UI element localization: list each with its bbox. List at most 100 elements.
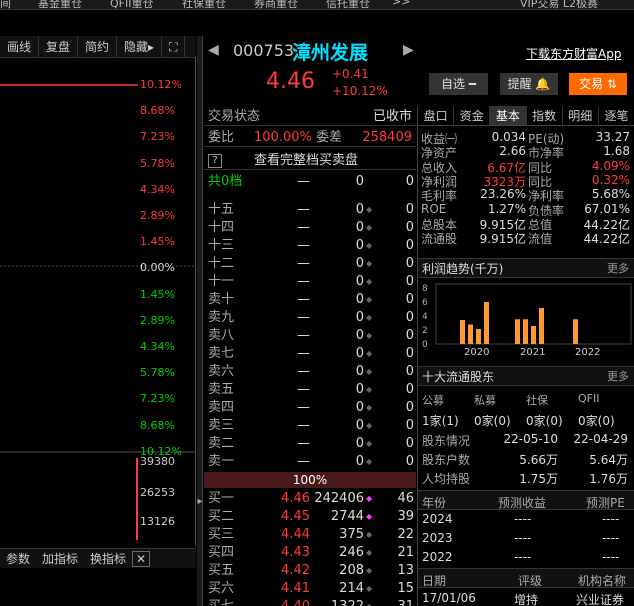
bid-marker-icon: ◆ xyxy=(366,548,373,557)
bid-count: 13 xyxy=(397,563,414,578)
quote-header: ◀ 000753 漳州发展 ▶ 4.46 +0.41 +10.12% 下载东方财… xyxy=(204,36,634,106)
ask-level-name: 卖八 xyxy=(208,328,235,343)
prev-stock-icon[interactable]: ◀ xyxy=(208,42,219,58)
nav-item[interactable]: 社保重仓 xyxy=(182,0,226,9)
tab-funds[interactable]: 资金 xyxy=(454,106,491,125)
nav-item[interactable]: 基金重仓 xyxy=(38,0,82,9)
ask-row: 卖八 —0 ◆ 0 xyxy=(204,327,416,345)
simple-button[interactable]: 简约 xyxy=(78,36,118,57)
fullscreen-icon[interactable]: ⛶ xyxy=(162,36,186,57)
add-indicator-button[interactable]: 加指标 xyxy=(36,550,84,567)
bid-row[interactable]: 买三 4.44 375 ◆ 22 xyxy=(204,526,416,544)
ask-count: 0 xyxy=(405,202,414,217)
holder-count: 1家(1) xyxy=(422,414,459,428)
tab-detail[interactable]: 明细 xyxy=(563,106,599,125)
nav-item[interactable]: 信托重仓 xyxy=(326,0,370,9)
ask-marker-icon: ◆ xyxy=(366,349,373,358)
ask-volume: 0 xyxy=(355,292,364,307)
vip-trade[interactable]: VIP交易 L2极赛 xyxy=(520,0,598,9)
ask-volume: 0 xyxy=(355,418,364,433)
ask-marker-icon: ◆ xyxy=(366,403,373,412)
bid-count: 22 xyxy=(397,527,414,542)
tab-ticks[interactable]: 逐笔 xyxy=(599,106,634,125)
holders-title: 十大流通股东 xyxy=(422,370,495,384)
holder-row-label: 股东情况 xyxy=(422,434,471,448)
holders-more-link[interactable]: 更多 xyxy=(607,367,629,387)
draw-line-button[interactable]: 画线 xyxy=(0,36,40,57)
ask-marker-icon: ◆ xyxy=(366,205,373,214)
bid-level-name: 买七 xyxy=(208,598,234,606)
tab-index[interactable]: 指数 xyxy=(527,106,563,125)
bid-count: 46 xyxy=(397,491,414,506)
bid-row[interactable]: 买六 4.41 214 ◆ 15 xyxy=(204,580,416,598)
bid-row[interactable]: 买二 4.45 2744 ◆ 39 xyxy=(204,508,416,526)
stock-name: 漳州发展 xyxy=(292,42,369,64)
ask-volume: 0 xyxy=(355,220,364,235)
ask-level-name: 卖三 xyxy=(208,418,235,433)
alert-button[interactable]: 提醒 🔔 xyxy=(500,73,558,95)
ask-volume: 0 xyxy=(355,238,364,253)
tab-quote[interactable]: 盘口 xyxy=(418,106,455,125)
nav-more[interactable]: >> xyxy=(392,0,410,8)
ask-count: 0 xyxy=(405,220,414,235)
profit-bar xyxy=(515,319,520,344)
collapse-arrow-icon[interactable]: ▸ xyxy=(197,496,203,507)
profit-bar xyxy=(476,329,481,344)
ask-level-name: 卖六 xyxy=(208,364,235,379)
trade-button[interactable]: 交易 ⇅ xyxy=(569,73,627,95)
ask-level-name: 十四 xyxy=(208,220,235,235)
pct-tick: 5.78% xyxy=(140,156,175,170)
bid-row[interactable]: 买五 4.42 208 ◆ 13 xyxy=(204,562,416,580)
bid-row[interactable]: 买七4.401322◆31 xyxy=(204,598,416,606)
add-watchlist-button[interactable]: 自选 ━ xyxy=(429,73,488,95)
ask-level-name: 卖一 xyxy=(208,454,235,469)
intraday-chart[interactable]: 10.12% 8.68% 7.23% 5.78% 4.34% 2.89% 1.45% 0.00… xyxy=(0,58,196,546)
nav-item[interactable]: 券商重仓 xyxy=(254,0,298,9)
pct-tick: 5.78% xyxy=(140,366,175,380)
nav-item[interactable]: 间 xyxy=(0,0,11,9)
download-app-link[interactable]: 下载东方财富App xyxy=(526,45,621,62)
ask-marker-icon: ◆ xyxy=(366,385,373,394)
panel-splitter[interactable]: ▸ xyxy=(197,36,203,606)
fund-value: 1.27% xyxy=(487,201,526,216)
book-head-count: 0 xyxy=(405,174,414,189)
bid-volume: 1322 xyxy=(304,598,364,606)
bid-row[interactable]: 买一 4.46 242406 ◆ 46 xyxy=(204,490,416,508)
forecast-year: 2024 xyxy=(422,512,453,526)
next-stock-icon[interactable]: ▶ xyxy=(403,42,414,58)
forecast-header: 年份 预测收益 预测PE xyxy=(418,490,634,510)
fund-label: 流通股 xyxy=(421,232,458,247)
hide-button[interactable]: 隐藏▸ xyxy=(117,36,163,57)
stock-code: 000753 xyxy=(233,41,295,60)
ask-marker-icon: ◆ xyxy=(366,439,373,448)
params-button[interactable]: 参数 xyxy=(0,550,36,567)
app-root: 间 基金重仓 QFII重仓 社保重仓 券商重仓 信托重仓 >> VIP交易 L2… xyxy=(0,0,634,606)
bid-volume: 242406 xyxy=(314,491,364,506)
ask-marker-icon: ◆ xyxy=(366,421,373,430)
profit-trend-header: 利润趋势(千万) 更多 xyxy=(418,258,634,278)
ask-volume: 0 xyxy=(355,328,364,343)
switch-indicator-button[interactable]: 换指标 xyxy=(84,550,132,567)
chart-toolbar: 画线 复盘 简约 隐藏▸ ⛶ xyxy=(0,36,196,58)
forecast-pe: ---- xyxy=(602,550,620,564)
replay-button[interactable]: 复盘 xyxy=(39,36,79,57)
forecast-year: 2022 xyxy=(422,550,453,564)
ask-level-name: 十二 xyxy=(208,256,235,271)
forecast-eps: ---- xyxy=(514,512,532,526)
nav-item[interactable]: QFII重仓 xyxy=(110,0,153,9)
holder-row-label: 人均持股 xyxy=(422,472,471,486)
profit-ytick: 6 xyxy=(422,298,428,308)
volume-tick: 39380 xyxy=(140,455,175,468)
ask-volume: 0 xyxy=(355,346,364,361)
price-change-pct: +10.12% xyxy=(332,84,388,98)
pct-tick: 0.00% xyxy=(140,261,175,275)
profit-more-link[interactable]: 更多 xyxy=(607,259,629,279)
tab-basic[interactable]: 基本 xyxy=(490,106,527,125)
holder-row-value: 22-04-29 xyxy=(573,432,628,446)
full-book-link[interactable]: ? 查看完整档买卖盘 xyxy=(204,152,416,170)
bid-row[interactable]: 买四 4.43 246 ◆ 21 xyxy=(204,544,416,562)
profit-bar xyxy=(460,320,465,344)
holder-count: 0家(0) xyxy=(578,414,615,428)
close-icon[interactable]: ✕ xyxy=(132,550,151,567)
ask-count: 0 xyxy=(405,346,414,361)
